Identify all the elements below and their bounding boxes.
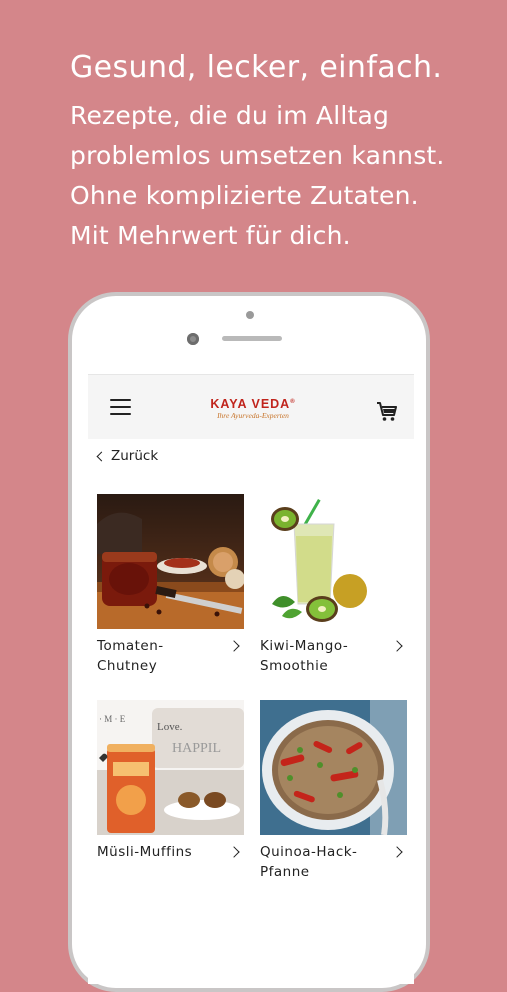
back-label: Zurück [111,448,159,464]
recipe-image: Love. HAPPIL · M · E [97,700,244,835]
recipe-card-kiwi-mango-smoothie[interactable]: Kiwi-Mango- Smoothie [260,494,407,676]
svg-text:Love.: Love. [157,721,183,733]
proximity-sensor [246,311,254,319]
shopping-cart-icon[interactable] [376,401,398,423]
promo-line: Mit Mehrwert für dich. [70,221,351,250]
recipe-image [260,494,407,629]
hamburger-menu-icon[interactable] [110,399,131,415]
chevron-right-icon [228,640,240,652]
chevron-right-icon [391,846,403,858]
promo-text: Gesund, lecker, einfach. Rezepte, die du… [70,48,490,256]
phone-mockup: KAYA VEDA® Ihre Ayurveda-Experten Zurück [68,292,430,992]
promo-line: Ohne komplizierte Zutaten. [70,181,419,210]
recipe-card-muesli-muffins[interactable]: Love. HAPPIL · M · E Müsli-Muffins [97,700,244,862]
earpiece-speaker [222,336,282,341]
app-header: KAYA VEDA® Ihre Ayurveda-Experten [88,374,414,439]
recipe-title: Tomaten- Chutney [97,638,164,674]
recipe-title: Müsli-Muffins [97,844,193,860]
chevron-right-icon [228,846,240,858]
recipe-image [260,700,407,835]
promo-line: problemlos umsetzen kannst. [70,141,445,170]
promo-subtext: Rezepte, die du im Alltag problemlos ums… [70,96,490,256]
svg-text:· M · E: · M · E [99,714,126,724]
svg-text:HAPPIL: HAPPIL [172,741,221,756]
chevron-left-icon [96,451,107,461]
recipe-card-tomaten-chutney[interactable]: Tomaten- Chutney [97,494,244,676]
front-camera [187,333,199,345]
promo-headline: Gesund, lecker, einfach. [70,50,443,85]
promo-line: Rezepte, die du im Alltag [70,101,390,130]
app-screen: KAYA VEDA® Ihre Ayurveda-Experten Zurück [88,374,414,984]
back-link[interactable]: Zurück [96,448,158,464]
recipe-title: Kiwi-Mango- Smoothie [260,638,349,674]
recipe-card-quinoa-hack-pfanne[interactable]: Quinoa-Hack- Pfanne [260,700,407,882]
chevron-right-icon [391,640,403,652]
recipe-image [97,494,244,629]
brand-tagline: Ihre Ayurveda-Experten [217,411,289,421]
brand-name: KAYA VEDA® [210,397,296,412]
brand-logo[interactable]: KAYA VEDA® Ihre Ayurveda-Experten [208,395,298,421]
recipe-title: Quinoa-Hack- Pfanne [260,844,358,880]
